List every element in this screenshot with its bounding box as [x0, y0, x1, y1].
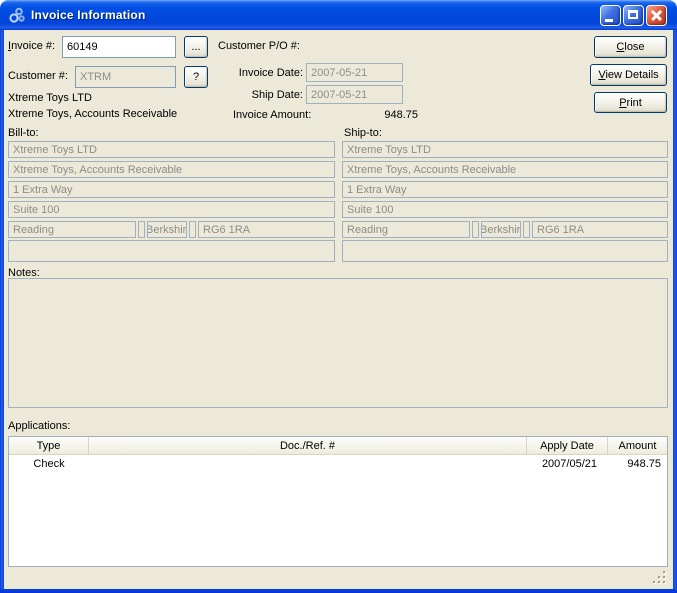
customer-number-label: Customer #:	[8, 70, 68, 83]
close-icon	[650, 9, 663, 22]
invoice-browse-button[interactable]: ...	[184, 36, 208, 58]
minimize-button[interactable]	[600, 5, 621, 26]
bill-to-spacer-field	[189, 221, 196, 238]
column-header-doc-ref[interactable]: Doc./Ref. #	[89, 437, 527, 454]
ship-to-line4-field: Suite 100	[342, 201, 668, 218]
customer-number-field: XTRM	[75, 66, 176, 88]
applications-table-header: Type Doc./Ref. # Apply Date Amount	[9, 437, 667, 455]
dialog-content: Invoice #: ... Customer P/O #: Close Cus…	[4, 30, 673, 589]
ship-to-label: Ship-to:	[344, 127, 382, 140]
title-bar[interactable]: Invoice Information	[0, 0, 677, 30]
ship-to-spacer-field	[472, 221, 479, 238]
bill-to-line4-field: Suite 100	[8, 201, 335, 218]
maximize-icon	[628, 10, 638, 19]
column-header-type[interactable]: Type	[9, 437, 89, 454]
ship-date-label: Ship Date:	[203, 89, 303, 102]
bill-to-line2-field: Xtreme Toys, Accounts Receivable	[8, 161, 335, 178]
invoice-number-label: Invoice #:	[8, 40, 55, 53]
ship-to-city-field: Reading	[342, 221, 470, 238]
applications-label: Applications:	[8, 420, 70, 433]
cell-amount: 948.75	[608, 458, 667, 470]
column-header-apply-date[interactable]: Apply Date	[527, 437, 608, 454]
cell-apply-date: 2007/05/21	[527, 458, 608, 470]
window-border-right	[673, 30, 677, 589]
invoice-date-field: 2007-05-21	[306, 63, 403, 82]
bill-to-spacer-field	[138, 221, 145, 238]
bill-to-line6-field	[8, 240, 335, 262]
bill-to-label: Bill-to:	[8, 127, 39, 140]
window-title: Invoice Information	[31, 8, 145, 22]
invoice-number-input[interactable]	[62, 36, 176, 58]
ship-date-field: 2007-05-21	[306, 85, 403, 104]
bill-to-postal-field: RG6 1RA	[198, 221, 335, 238]
bill-to-line3-field: 1 Extra Way	[8, 181, 335, 198]
print-button[interactable]: Print	[594, 92, 667, 113]
maximize-button[interactable]	[623, 5, 644, 26]
minimize-icon	[605, 19, 613, 22]
bill-to-region-field: Berkshire	[147, 221, 187, 238]
applications-table: Type Doc./Ref. # Apply Date Amount Check…	[8, 436, 668, 567]
ship-to-line2-field: Xtreme Toys, Accounts Receivable	[342, 161, 668, 178]
window-close-button[interactable]	[646, 5, 667, 26]
window-border-bottom	[0, 589, 677, 593]
ship-to-spacer-field	[523, 221, 530, 238]
invoice-information-window: Invoice Information Invoice #: ... Custo…	[0, 0, 677, 593]
close-button[interactable]: Close	[594, 36, 667, 58]
invoice-amount-value: 948.75	[318, 109, 418, 122]
ship-to-postal-field: RG6 1RA	[532, 221, 668, 238]
customer-name-text: Xtreme Toys LTD	[8, 92, 92, 105]
notes-field	[8, 278, 668, 408]
ship-to-line6-field	[342, 240, 668, 262]
table-row[interactable]: Check 2007/05/21 948.75	[9, 455, 667, 472]
ship-to-line1-field: Xtreme Toys LTD	[342, 141, 668, 158]
cell-type: Check	[9, 458, 89, 470]
resize-grip-icon[interactable]	[652, 569, 667, 584]
view-details-button[interactable]: View Details	[590, 64, 667, 86]
customer-contact-text: Xtreme Toys, Accounts Receivable	[8, 108, 177, 121]
rings-icon	[8, 6, 26, 24]
bill-to-city-field: Reading	[8, 221, 136, 238]
ship-to-region-field: Berkshire	[481, 221, 521, 238]
ship-to-line3-field: 1 Extra Way	[342, 181, 668, 198]
customer-po-label: Customer P/O #:	[218, 40, 300, 53]
invoice-amount-label: Invoice Amount:	[233, 109, 311, 122]
column-header-amount[interactable]: Amount	[608, 437, 667, 454]
bill-to-line1-field: Xtreme Toys LTD	[8, 141, 335, 158]
invoice-date-label: Invoice Date:	[203, 67, 303, 80]
